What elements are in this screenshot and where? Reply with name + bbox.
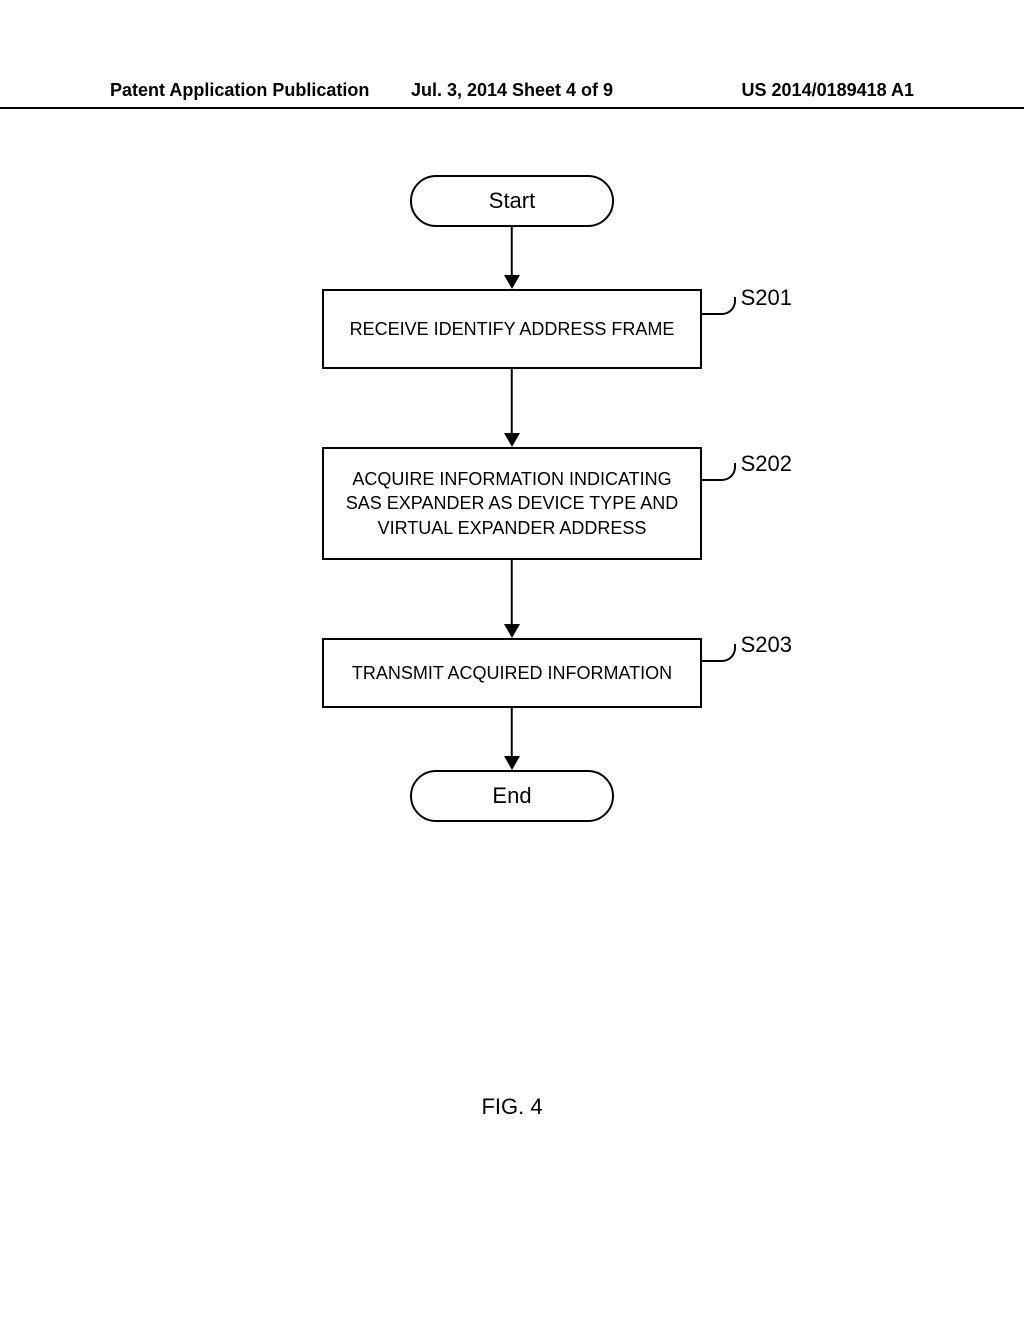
arrow-down-icon bbox=[504, 756, 520, 770]
process-step-3: TRANSMIT ACQUIRED INFORMATION S203 bbox=[322, 638, 702, 708]
end-label: End bbox=[492, 783, 531, 809]
connector-icon bbox=[700, 463, 736, 481]
page-header: Patent Application Publication Jul. 3, 2… bbox=[0, 80, 1024, 109]
flowchart-container: Start RECEIVE IDENTIFY ADDRESS FRAME S20… bbox=[0, 175, 1024, 822]
arrow-down-icon bbox=[504, 275, 520, 289]
arrow bbox=[322, 560, 702, 638]
arrow-down-icon bbox=[504, 624, 520, 638]
patent-page: Patent Application Publication Jul. 3, 2… bbox=[0, 0, 1024, 1320]
arrow bbox=[322, 708, 702, 770]
connector-icon bbox=[700, 644, 736, 662]
arrow bbox=[322, 369, 702, 447]
process-text: ACQUIRE INFORMATION INDICATING SAS EXPAN… bbox=[334, 467, 690, 540]
process-text: TRANSMIT ACQUIRED INFORMATION bbox=[352, 661, 672, 685]
header-right: US 2014/0189418 A1 bbox=[742, 80, 914, 101]
arrow-down-icon bbox=[504, 433, 520, 447]
figure-label: FIG. 4 bbox=[0, 1094, 1024, 1120]
header-left: Patent Application Publication bbox=[110, 80, 369, 101]
start-terminator: Start bbox=[410, 175, 614, 227]
arrow-line-icon bbox=[511, 560, 513, 628]
step-label-2: S202 bbox=[741, 449, 792, 479]
process-step-2: ACQUIRE INFORMATION INDICATING SAS EXPAN… bbox=[322, 447, 702, 560]
arrow-line-icon bbox=[511, 369, 513, 437]
process-step-1: RECEIVE IDENTIFY ADDRESS FRAME S201 bbox=[322, 289, 702, 369]
start-label: Start bbox=[489, 188, 535, 214]
step-label-1: S201 bbox=[741, 283, 792, 313]
arrow bbox=[322, 227, 702, 289]
flowchart-column: Start RECEIVE IDENTIFY ADDRESS FRAME S20… bbox=[322, 175, 702, 822]
arrow-line-icon bbox=[511, 708, 513, 760]
end-terminator: End bbox=[410, 770, 614, 822]
connector-icon bbox=[700, 297, 736, 315]
step-label-3: S203 bbox=[741, 630, 792, 660]
arrow-line-icon bbox=[511, 227, 513, 279]
process-text: RECEIVE IDENTIFY ADDRESS FRAME bbox=[350, 317, 675, 341]
